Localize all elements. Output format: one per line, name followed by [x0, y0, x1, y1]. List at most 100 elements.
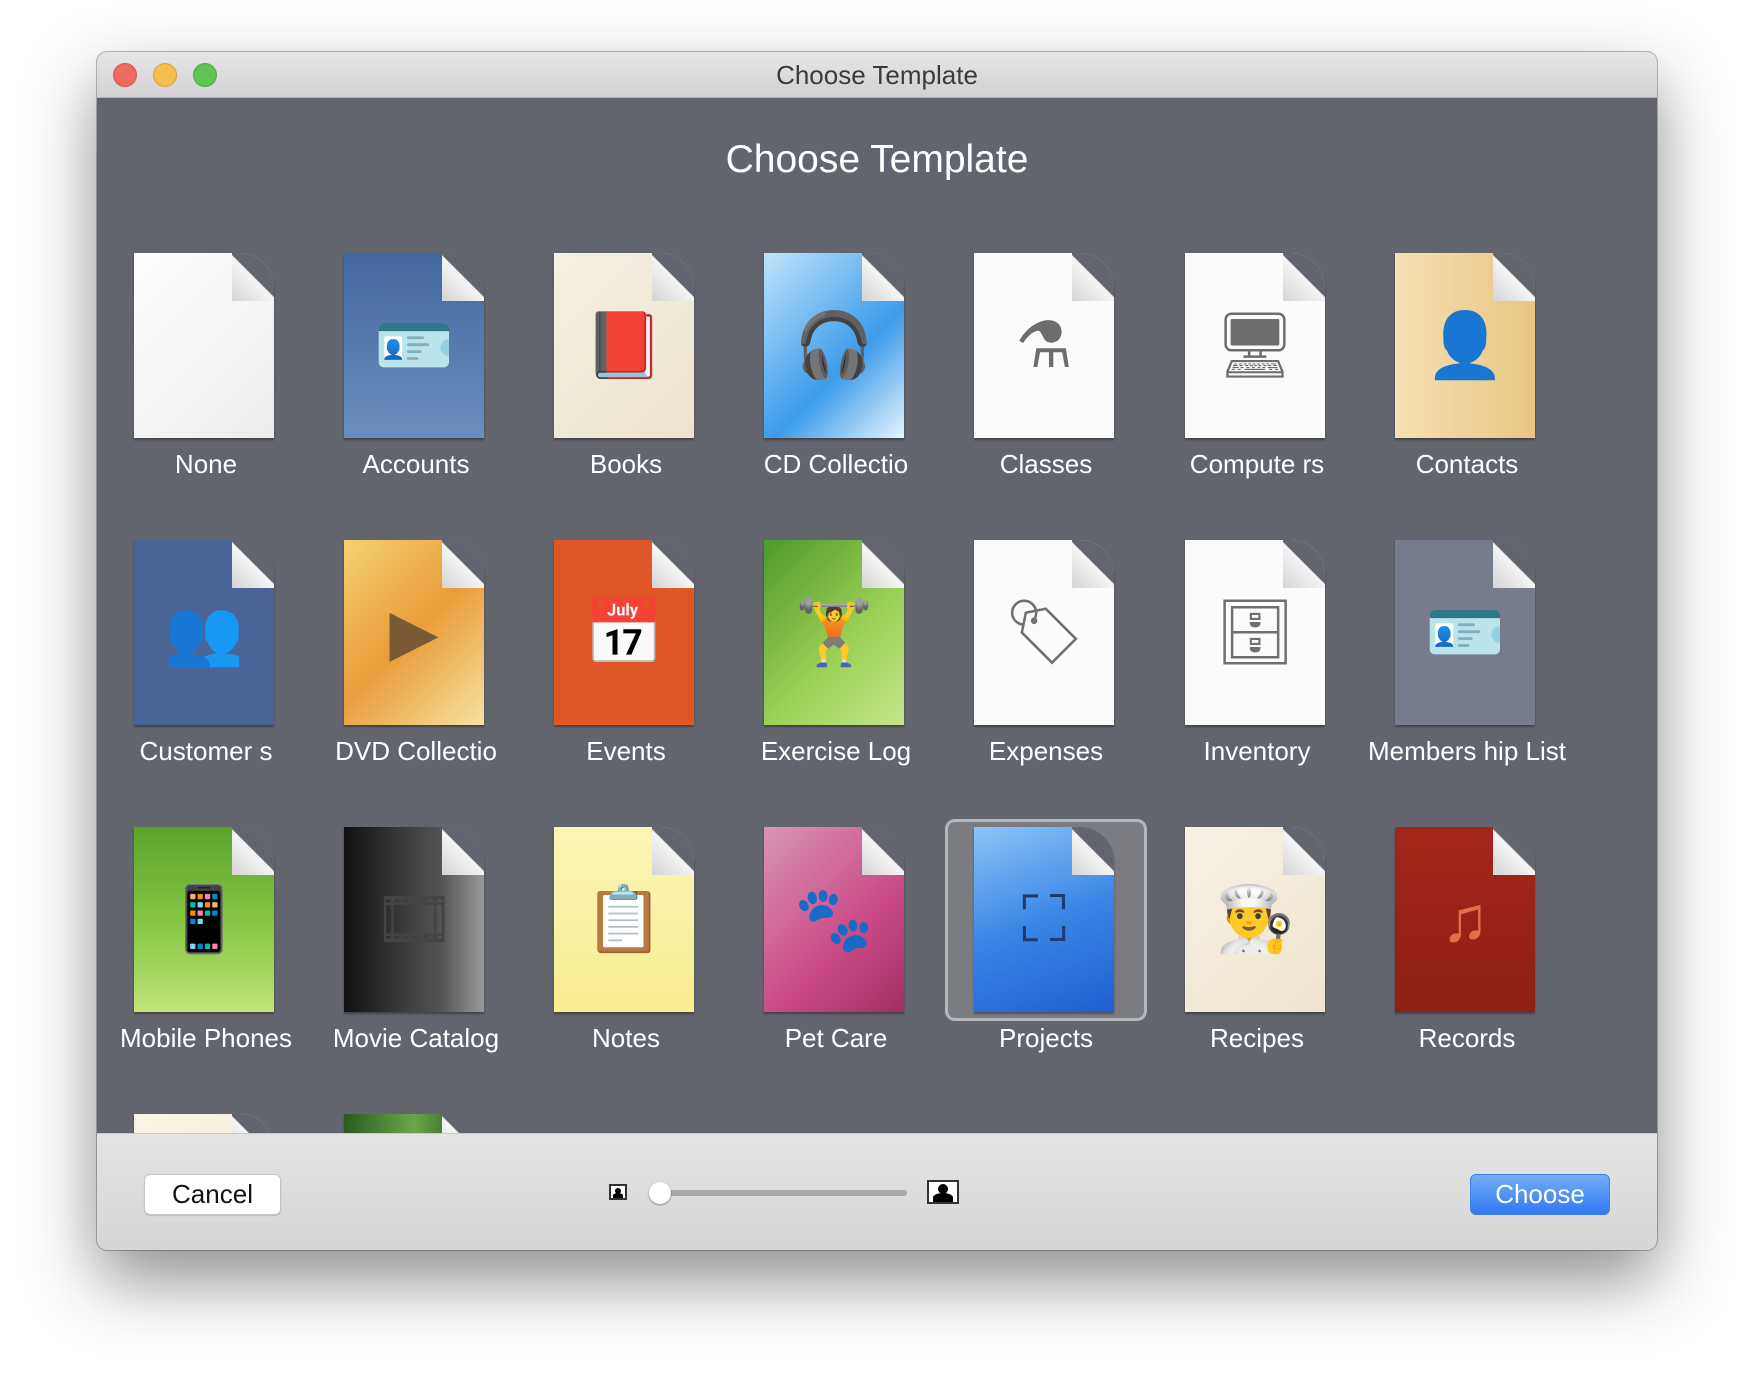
- template-label: Books: [589, 449, 663, 479]
- template-thumbnail[interactable]: 👨‍🍳: [1185, 827, 1325, 1012]
- page-curl-icon: [442, 253, 484, 301]
- template-thumbnail[interactable]: 👤: [1395, 253, 1535, 438]
- page-curl-icon: [652, 253, 694, 301]
- template-label: Events: [586, 736, 666, 766]
- template-thumbnail[interactable]: 📋: [554, 827, 694, 1012]
- template-item[interactable]: 👤 Contacts: [1366, 253, 1568, 543]
- template-item[interactable]: 📕 Books: [525, 253, 727, 543]
- template-label: Records: [1418, 1023, 1516, 1053]
- page-curl-icon: [1493, 253, 1535, 301]
- person-icon: 👤: [1425, 309, 1505, 381]
- template-thumbnail[interactable]: 🏷: [974, 540, 1114, 725]
- template-item[interactable]: 🖥 Compute rs: [1156, 253, 1358, 543]
- template-label: Recipes: [1210, 1023, 1304, 1053]
- template-thumbnail[interactable]: ♫: [1395, 827, 1535, 1012]
- template-thumbnail[interactable]: ⛶: [974, 827, 1114, 1012]
- headphones-icon: 🎧: [794, 309, 874, 381]
- title-bar: Choose Template: [97, 52, 1657, 98]
- choose-template-window: Choose Template Choose Template None 🪪 Acc…: [97, 52, 1657, 1250]
- template-thumbnail[interactable]: 🎧: [764, 253, 904, 438]
- large-thumbnail-icon: [927, 1180, 959, 1204]
- template-item[interactable]: 📱 Mobile Phones: [105, 827, 307, 1117]
- template-thumbnail[interactable]: 🗄: [1185, 540, 1325, 725]
- member-card-icon: 🪪: [1425, 596, 1505, 668]
- film-strip-icon: 🎞: [373, 883, 455, 955]
- template-thumbnail[interactable]: [134, 253, 274, 438]
- template-item[interactable]: 📋 Notes: [525, 827, 727, 1117]
- template-thumbnail[interactable]: ⚗: [974, 253, 1114, 438]
- template-thumbnail[interactable]: ▶: [344, 540, 484, 725]
- template-item[interactable]: ♫ Records: [1366, 827, 1568, 1117]
- template-item[interactable]: 📅 Events: [525, 540, 727, 830]
- template-label: CD Collectio: [763, 449, 909, 479]
- template-thumbnail[interactable]: 🎞: [344, 827, 484, 1012]
- calendar-icon: 📅: [584, 596, 664, 668]
- dumbbell-icon: 🏋: [794, 596, 874, 668]
- page-curl-icon: [862, 827, 904, 875]
- phone-icon: 📱: [164, 883, 244, 955]
- template-thumbnail[interactable]: [344, 1114, 484, 1133]
- template-item[interactable]: 🎧 CD Collectio: [735, 253, 937, 543]
- paw-icon: 🐾: [794, 883, 874, 955]
- template-item[interactable]: 🪪 Members hip List: [1366, 540, 1568, 830]
- flask-icon: ⚗: [1015, 309, 1073, 381]
- template-item[interactable]: ⛶ Projects: [945, 819, 1147, 1117]
- page-curl-icon: [1493, 540, 1535, 588]
- template-label: Mobile Phones: [120, 1023, 292, 1053]
- template-thumbnail[interactable]: [134, 1114, 274, 1133]
- thumbnail-size-slider[interactable]: [657, 1190, 907, 1196]
- template-item[interactable]: [315, 1114, 517, 1133]
- play-disc-icon: ▶: [389, 596, 439, 668]
- page-curl-icon: [1283, 540, 1325, 588]
- template-thumbnail[interactable]: 🖥: [1185, 253, 1325, 438]
- template-item[interactable]: 👨‍🍳 Recipes: [1156, 827, 1358, 1117]
- template-item[interactable]: 👥 Customer s: [105, 540, 307, 830]
- template-item[interactable]: 🪪 Accounts: [315, 253, 517, 543]
- template-item[interactable]: 🏷 Expenses: [945, 540, 1147, 830]
- template-item[interactable]: ⚗ Classes: [945, 253, 1147, 543]
- page-curl-icon: [442, 827, 484, 875]
- music-note-icon: ♫: [1441, 883, 1489, 955]
- dialog-footer: Cancel Choose: [97, 1133, 1657, 1250]
- choose-button[interactable]: Choose: [1470, 1174, 1610, 1215]
- template-label: Compute rs: [1189, 449, 1325, 479]
- template-thumbnail[interactable]: 🐾: [764, 827, 904, 1012]
- template-thumbnail[interactable]: 📕: [554, 253, 694, 438]
- group-icon: 👥: [164, 596, 244, 668]
- org-chart-icon: ⛶: [1021, 883, 1067, 955]
- template-thumbnail[interactable]: 🏋: [764, 540, 904, 725]
- template-item[interactable]: ▶ DVD Collectio: [315, 540, 517, 830]
- thumbnail-size-slider-thumb[interactable]: [649, 1182, 671, 1204]
- template-label: Contacts: [1415, 449, 1519, 479]
- template-label: Notes: [592, 1023, 660, 1053]
- template-thumbnail[interactable]: 📱: [134, 827, 274, 1012]
- template-browser[interactable]: Choose Template None 🪪 Accounts 📕 Books 🎧 CD C…: [97, 98, 1657, 1133]
- template-label: Members hip List: [1368, 736, 1566, 766]
- template-label: Projects: [999, 1023, 1093, 1053]
- template-thumbnail[interactable]: 👥: [134, 540, 274, 725]
- template-item[interactable]: None: [105, 253, 307, 543]
- template-label: Customer s: [139, 736, 273, 766]
- page-curl-icon: [442, 540, 484, 588]
- template-item[interactable]: 🗄 Inventory: [1156, 540, 1358, 830]
- template-label: Expenses: [988, 736, 1104, 766]
- cancel-button[interactable]: Cancel: [144, 1174, 281, 1215]
- template-thumbnail[interactable]: 📅: [554, 540, 694, 725]
- inbox-tray-icon: 🗄: [1214, 596, 1296, 668]
- small-thumbnail-icon: [609, 1184, 627, 1200]
- page-curl-icon: [232, 540, 274, 588]
- page-curl-icon: [1072, 827, 1114, 875]
- page-curl-icon: [652, 540, 694, 588]
- template-thumbnail[interactable]: 🪪: [344, 253, 484, 438]
- template-item[interactable]: 🏋 Exercise Log: [735, 540, 937, 830]
- template-item[interactable]: [105, 1114, 307, 1133]
- template-item[interactable]: 🎞 Movie Catalog: [315, 827, 517, 1117]
- page-curl-icon: [862, 540, 904, 588]
- template-label: Accounts: [362, 449, 470, 479]
- template-label: DVD Collectio: [335, 736, 497, 766]
- page-curl-icon: [1072, 540, 1114, 588]
- page-curl-icon: [862, 253, 904, 301]
- template-item[interactable]: 🐾 Pet Care: [735, 827, 937, 1117]
- template-thumbnail[interactable]: 🪪: [1395, 540, 1535, 725]
- page-curl-icon: [232, 253, 274, 301]
